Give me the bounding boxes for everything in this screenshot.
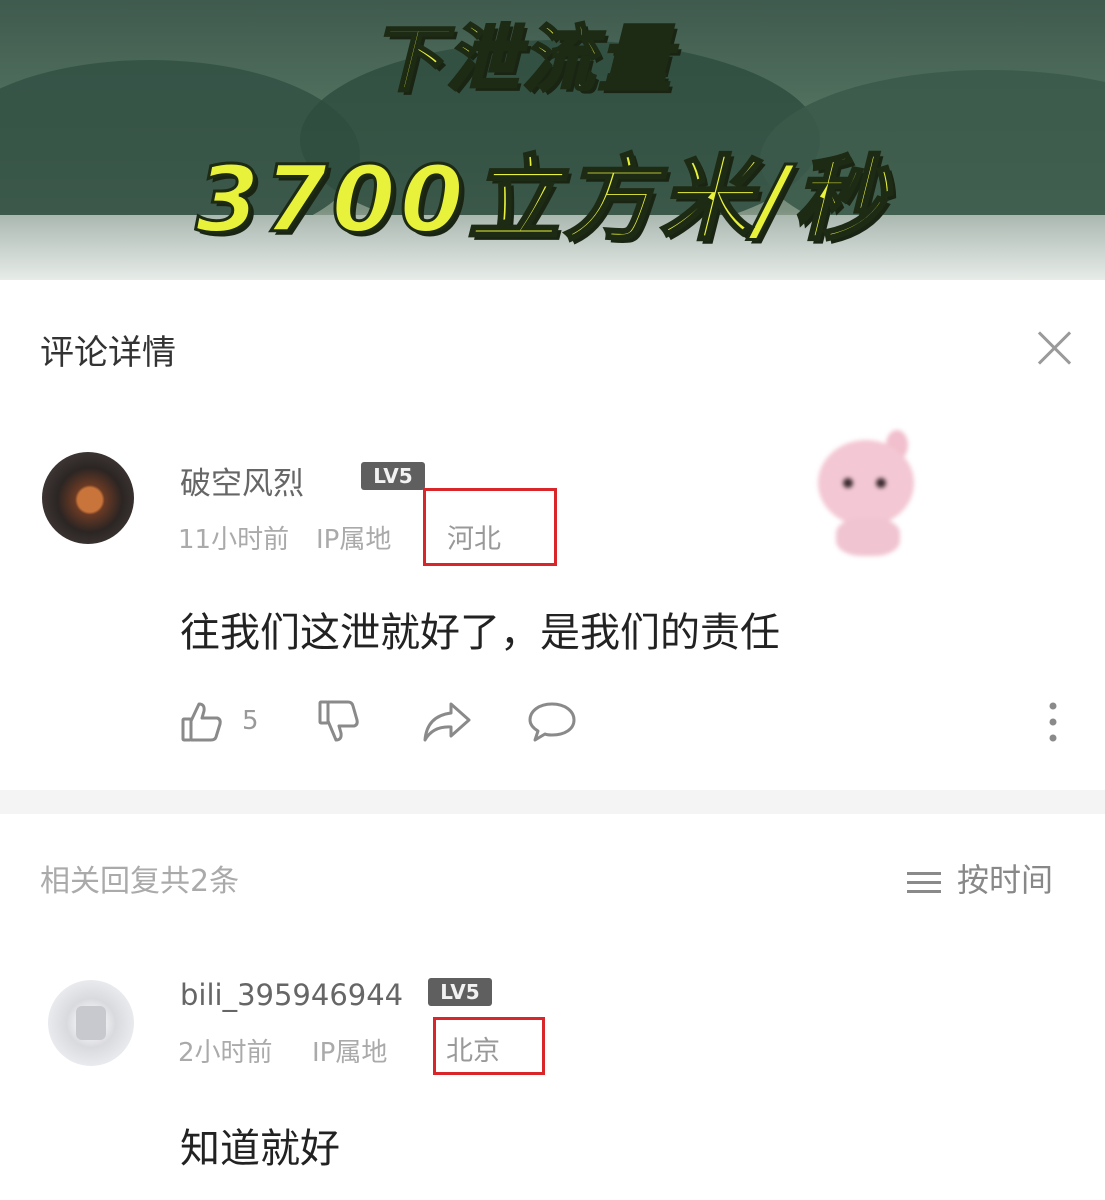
sticker-body bbox=[836, 518, 900, 556]
avatar[interactable] bbox=[42, 452, 134, 544]
close-icon[interactable] bbox=[1033, 326, 1077, 370]
comment-time: 11小时前 bbox=[178, 525, 290, 555]
level-badge: LV5 bbox=[361, 462, 425, 490]
sticker-decoration bbox=[808, 430, 928, 560]
reply-time: 2小时前 bbox=[178, 1038, 273, 1068]
section-divider bbox=[0, 790, 1105, 814]
avatar-placeholder-shape bbox=[76, 1006, 106, 1040]
replies-count-header: 相关回复共2条 bbox=[40, 864, 240, 899]
share-icon[interactable] bbox=[421, 700, 473, 744]
comment-text: 往我们这泄就好了，是我们的责任 bbox=[180, 610, 780, 656]
highlight-box bbox=[423, 488, 557, 566]
thumbs-down-icon[interactable] bbox=[316, 698, 364, 746]
sort-label: 按时间 bbox=[957, 861, 1054, 899]
comment-username[interactable]: 破空风烈 bbox=[180, 458, 304, 503]
reply-ip-label: IP属地 bbox=[312, 1038, 388, 1068]
banner-caption-line2: 3700立方米/秒 bbox=[194, 145, 890, 255]
sticker-eye bbox=[876, 478, 886, 488]
thumbs-up-icon[interactable] bbox=[180, 700, 224, 744]
reply-bubble-icon[interactable] bbox=[527, 700, 577, 744]
video-banner: 下泄流量 3700立方米/秒 bbox=[0, 0, 1105, 280]
like-count: 5 bbox=[242, 706, 259, 736]
reply-username[interactable]: bili_395946944 bbox=[180, 978, 403, 1012]
comment-ip-label: IP属地 bbox=[316, 525, 392, 555]
banner-caption-line1: 下泄流量 bbox=[369, 16, 675, 103]
avatar[interactable] bbox=[48, 980, 134, 1066]
sticker-head bbox=[818, 440, 914, 526]
highlight-box bbox=[433, 1017, 545, 1075]
more-vertical-icon[interactable] bbox=[1043, 700, 1063, 746]
sticker-eye bbox=[843, 478, 853, 488]
sort-lines-icon bbox=[907, 866, 941, 899]
level-badge: LV5 bbox=[428, 978, 492, 1006]
panel-title: 评论详情 bbox=[40, 333, 176, 373]
reply-text: 知道就好 bbox=[180, 1126, 340, 1172]
sort-button[interactable]: 按时间 bbox=[907, 855, 1053, 901]
